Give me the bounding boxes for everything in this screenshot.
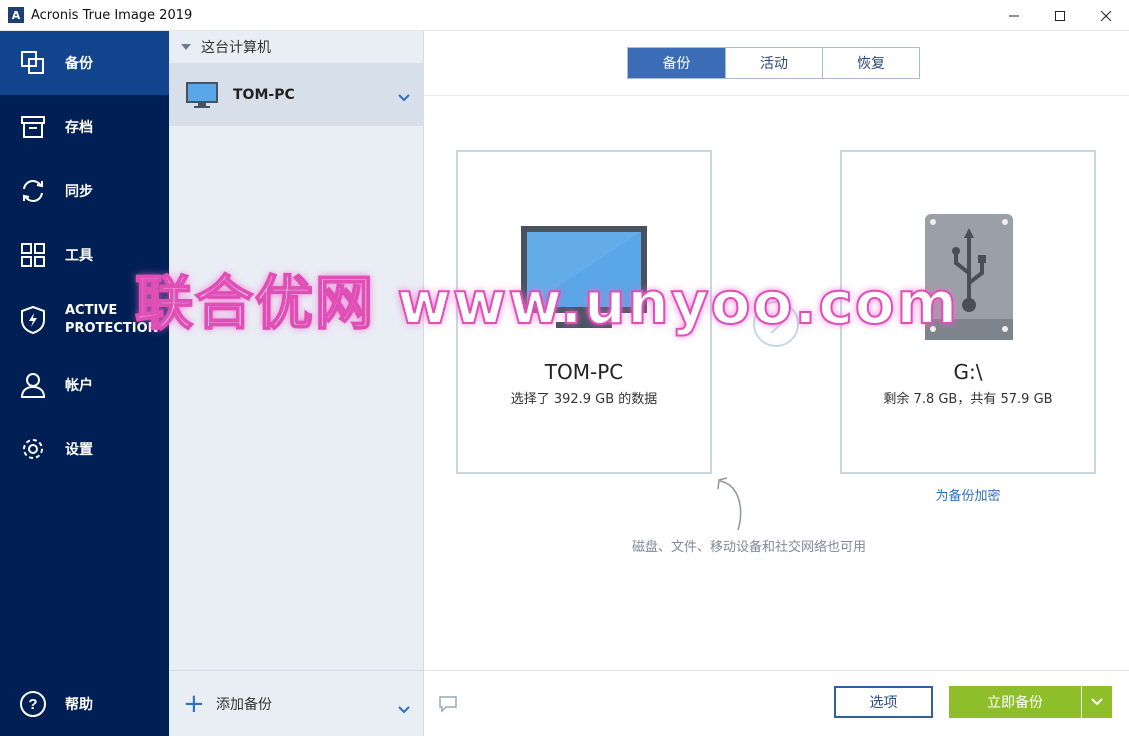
source-subtitle: 选择了 392.9 GB 的数据	[510, 392, 658, 407]
minimize-button[interactable]	[991, 0, 1037, 31]
nav-item-backup[interactable]: 备份	[0, 31, 169, 95]
watermark: 联合优网 www.unyoo.com	[134, 268, 960, 338]
close-button[interactable]	[1083, 0, 1129, 31]
source-item-tom-pc[interactable]: TOM-PC	[169, 63, 424, 126]
window-title: Acronis True Image 2019	[31, 7, 193, 23]
source-group-header[interactable]: 这台计算机	[169, 31, 424, 63]
grid-icon	[19, 241, 47, 269]
close-icon	[1100, 10, 1112, 21]
destination-title: G:\	[953, 360, 983, 384]
chevron-down-icon[interactable]	[398, 87, 410, 106]
add-backup-bar[interactable]: + 添加备份	[169, 670, 424, 736]
nav-label: 帮助	[65, 697, 93, 713]
nav-item-account[interactable]: 帐户	[0, 353, 169, 417]
plus-icon: +	[183, 688, 205, 719]
nav-label: 帐户	[65, 378, 93, 394]
chevron-down-icon	[1091, 698, 1103, 706]
user-icon	[19, 371, 47, 399]
source-group-label: 这台计算机	[201, 40, 271, 56]
svg-text:?: ?	[28, 696, 37, 713]
nav-label: 工具	[65, 248, 93, 264]
backup-now-button[interactable]: 立即备份	[949, 686, 1081, 718]
maximize-icon	[1055, 10, 1065, 21]
help-icon: ?	[19, 690, 47, 718]
nav-label: 备份	[65, 56, 93, 72]
maximize-button[interactable]	[1037, 0, 1083, 31]
options-button[interactable]: 选项	[834, 686, 933, 718]
nav-item-sync[interactable]: 同步	[0, 159, 169, 223]
title-bar: A Acronis True Image 2019	[0, 0, 1129, 31]
backup-source-list: 这台计算机 TOM-PC + 添加备份	[169, 31, 424, 736]
bottom-action-bar: 选项 立即备份	[424, 670, 1129, 736]
feedback-icon[interactable]	[438, 695, 458, 717]
hint-text: 磁盘、文件、移动设备和社交网络也可用	[631, 540, 866, 555]
app-logo-icon: A	[8, 7, 24, 23]
minimize-icon	[1009, 15, 1019, 16]
archive-icon	[19, 113, 47, 141]
encrypt-backup-link[interactable]: 为备份加密	[840, 485, 1096, 504]
curved-arrow-icon	[714, 475, 754, 537]
tab-recovery[interactable]: 恢复	[822, 48, 919, 78]
add-backup-label: 添加备份	[216, 696, 272, 713]
sync-icon	[19, 177, 47, 205]
tab-bar: 备份 活动 恢复	[627, 47, 920, 79]
tab-backup[interactable]: 备份	[628, 48, 725, 78]
nav-item-settings[interactable]: 设置	[0, 417, 169, 481]
nav-label-line1: ACTIVE	[65, 303, 118, 318]
window-controls	[991, 0, 1129, 31]
left-navigation: 备份 存档 同步 工具 ACTIVE PROTECTION 帐户 设置 ? 帮助	[0, 31, 169, 736]
nav-item-help[interactable]: ? 帮助	[0, 672, 169, 736]
nav-item-archive[interactable]: 存档	[0, 95, 169, 159]
nav-label: 同步	[65, 184, 93, 200]
nav-label: 设置	[65, 442, 93, 458]
tab-activity[interactable]: 活动	[725, 48, 822, 78]
divider	[424, 95, 1129, 96]
shield-icon	[19, 305, 47, 335]
main-panel: 备份 活动 恢复 TOM-PC 选择了 392.9 GB 的数据 G:\ 剩余 …	[424, 31, 1129, 736]
source-title: TOM-PC	[544, 360, 624, 384]
collapse-triangle-icon	[181, 44, 191, 50]
gear-icon	[19, 435, 47, 463]
destination-subtitle: 剩余 7.8 GB，共有 57.9 GB	[883, 392, 1053, 407]
source-item-label: TOM-PC	[233, 86, 295, 103]
backup-now-dropdown[interactable]	[1082, 686, 1112, 718]
nav-label: 存档	[65, 120, 93, 136]
chevron-down-icon[interactable]	[398, 699, 410, 718]
copy-icon	[19, 49, 47, 77]
monitor-icon	[185, 81, 219, 113]
